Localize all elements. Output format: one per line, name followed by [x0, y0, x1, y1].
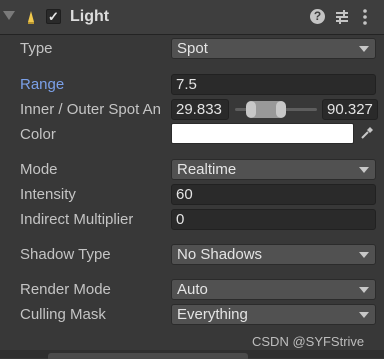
- shadow-type-dropdown[interactable]: No Shadows: [171, 244, 376, 265]
- color-swatch[interactable]: [171, 123, 354, 144]
- outer-spot-angle-field[interactable]: 90.327: [322, 99, 378, 120]
- component-title: Light: [70, 8, 110, 25]
- indirect-multiplier-value: 0: [176, 211, 185, 228]
- chevron-down-icon: [359, 287, 369, 293]
- intensity-label: Intensity: [20, 186, 76, 203]
- inner-spot-angle-value: 29.833: [176, 101, 222, 118]
- bottom-strip: [0, 350, 384, 359]
- culling-mask-dropdown[interactable]: Everything: [171, 304, 376, 325]
- light-bulb-icon: [28, 11, 34, 24]
- range-field[interactable]: 7.5: [171, 74, 376, 95]
- enabled-checkbox[interactable]: ✓: [46, 9, 61, 24]
- intensity-field[interactable]: 60: [171, 184, 376, 205]
- inner-spot-angle-field[interactable]: 29.833: [171, 99, 229, 120]
- component-header[interactable]: ✓ Light ?: [0, 0, 384, 35]
- outer-spot-angle-value: 90.327: [327, 101, 373, 118]
- indirect-multiplier-field[interactable]: 0: [171, 209, 376, 230]
- foldout-arrow-icon[interactable]: [3, 11, 15, 20]
- chevron-down-icon: [359, 46, 369, 52]
- spot-angle-range-thumb[interactable]: [246, 101, 286, 118]
- chevron-down-icon: [359, 252, 369, 258]
- culling-mask-label: Culling Mask: [20, 306, 106, 323]
- type-dropdown[interactable]: Spot: [171, 38, 376, 59]
- chevron-down-icon: [359, 312, 369, 318]
- indirect-multiplier-label: Indirect Multiplier: [20, 211, 134, 228]
- culling-mask-value: Everything: [177, 306, 248, 323]
- chevron-down-icon: [359, 167, 369, 173]
- eyedropper-icon[interactable]: [360, 126, 374, 140]
- render-mode-value: Auto: [177, 281, 208, 298]
- shadow-type-label: Shadow Type: [20, 246, 111, 263]
- type-value: Spot: [177, 40, 208, 57]
- render-mode-label: Render Mode: [20, 281, 111, 298]
- outer-angle-handle[interactable]: [276, 101, 286, 118]
- shadow-type-value: No Shadows: [177, 246, 263, 263]
- intensity-value: 60: [176, 186, 193, 203]
- preset-sliders-icon[interactable]: [334, 9, 350, 25]
- inner-angle-handle[interactable]: [246, 101, 256, 118]
- kebab-menu-icon[interactable]: [362, 8, 368, 26]
- range-value: 7.5: [176, 76, 197, 93]
- render-mode-dropdown[interactable]: Auto: [171, 279, 376, 300]
- mode-dropdown[interactable]: Realtime: [171, 159, 376, 180]
- range-label[interactable]: Range: [20, 76, 64, 93]
- type-label: Type: [20, 40, 53, 57]
- help-icon[interactable]: ?: [310, 9, 325, 24]
- watermark-text: CSDN @SYFStrive: [252, 334, 365, 349]
- mode-value: Realtime: [177, 161, 237, 178]
- mode-label: Mode: [20, 161, 58, 178]
- add-component-bar[interactable]: [48, 353, 248, 359]
- spot-angle-label: Inner / Outer Spot An: [20, 101, 161, 118]
- color-label: Color: [20, 126, 56, 143]
